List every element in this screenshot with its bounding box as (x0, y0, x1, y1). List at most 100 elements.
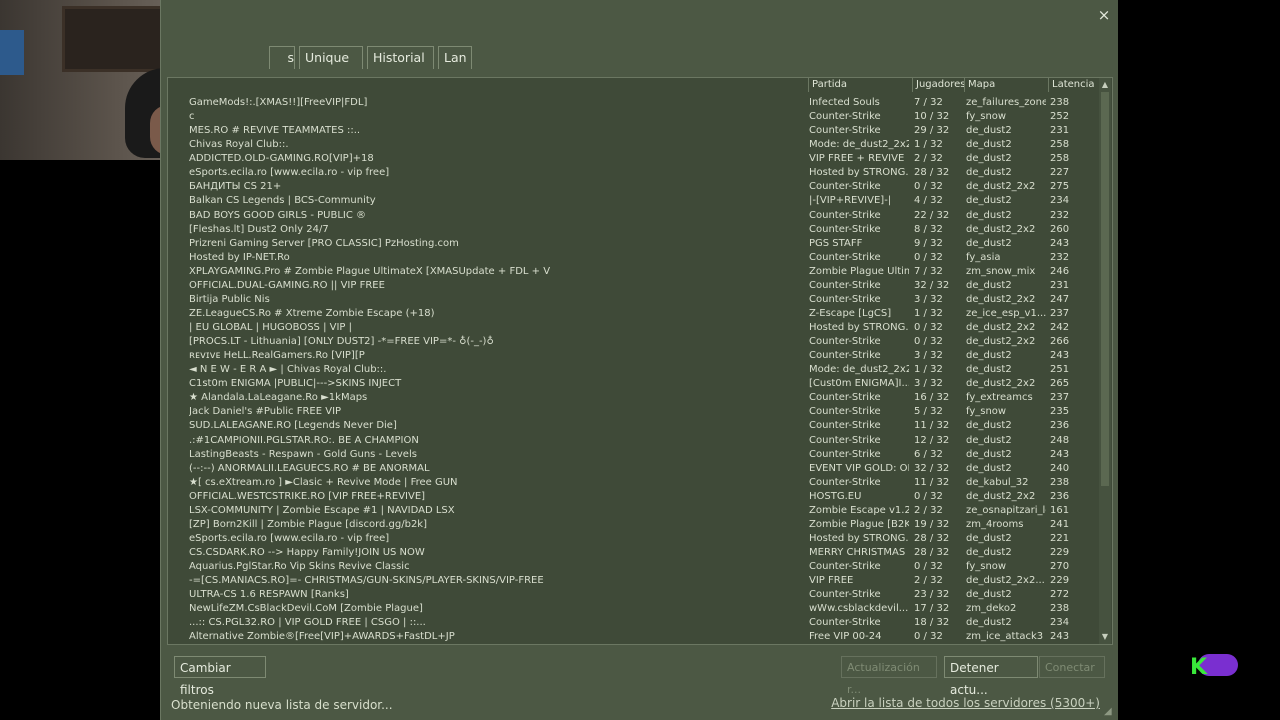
vertical-scrollbar[interactable]: ▲ ▼ (1099, 78, 1111, 644)
server-row[interactable]: XPLAYGAMING.Pro # Zombie Plague Ultimate… (168, 265, 1102, 279)
server-name: | EU GLOBAL | HUGOBOSS | VIP | (189, 322, 353, 333)
server-row[interactable]: MES.RO # REVIVE TEAMMATES ::.. Counter-St… (168, 124, 1102, 138)
server-latency: 258 (1050, 153, 1070, 165)
change-filters-button[interactable]: Cambiar filtros (174, 656, 266, 697)
server-row[interactable]: Balkan CS Legends | BCS-Community |-[VIP+… (168, 194, 1102, 208)
scrollbar-thumb[interactable] (1101, 92, 1109, 486)
server-name: Aquarius.PglStar.Ro Vip Skins Revive Cla… (189, 561, 410, 573)
scroll-up-icon[interactable]: ▲ (1099, 79, 1111, 91)
server-row[interactable]: Birtija Public Nis Counter-Strike 3 / 32 de… (168, 293, 1102, 307)
server-latency: 243 (1050, 237, 1070, 249)
server-row[interactable]: LSX-COMMUNITY | Zombie Escape #1 | NAVID… (168, 504, 1102, 518)
server-row[interactable]: [ZP] Born2Kill | Zombie Plague [discord.… (168, 518, 1102, 532)
server-name: Hosted by IP-NET.Ro (189, 251, 290, 263)
server-game: VIP FREE + REVIVE (809, 153, 905, 165)
tab-favorites[interactable]: s (269, 46, 295, 69)
server-row[interactable]: Prizreni Gaming Server [PRO CLASSIC] PzH… (168, 237, 1102, 251)
refresh-button[interactable]: Actualización r... (841, 656, 937, 696)
column-header-players[interactable]: Jugadores (912, 78, 965, 92)
server-players: 6 / 32 (914, 448, 943, 460)
server-map: de_dust2 (966, 589, 1012, 601)
server-latency: 240 (1050, 462, 1070, 474)
server-row[interactable]: eSports.ecila.ro [www.ecila.ro - vip fre… (168, 532, 1102, 546)
server-latency: 270 (1050, 561, 1070, 573)
server-name: [ZP] Born2Kill | Zombie Plague [discord.… (189, 518, 427, 530)
server-map: de_dust2 (966, 195, 1012, 207)
server-row[interactable]: BAD BOYS GOOD GIRLS - PUBLIC ® Counter-St… (168, 209, 1102, 223)
server-row[interactable]: c Counter-Strike 10 / 32 fy_snow 252 (168, 110, 1102, 124)
server-row[interactable]: ADDICTED.OLD-GAMING.RO[VIP]+18 VIP FREE +… (168, 152, 1102, 166)
server-row[interactable]: .:#1CAMPIONII.PGLSTAR.RO:. BE A CHAMPION… (168, 434, 1102, 448)
server-game: Mode: de_dust2_2x2 (809, 364, 909, 376)
all-servers-link[interactable]: Abrir la lista de todos los servidores (… (831, 696, 1100, 710)
server-row[interactable]: SUD.LALEAGANE.RO [Legends Never Die] Coun… (168, 419, 1102, 433)
server-row[interactable]: Aquarius.PglStar.Ro Vip Skins Revive Cla… (168, 560, 1102, 574)
server-latency: 266 (1050, 336, 1070, 348)
server-game: Zombie Escape v1.2 (809, 504, 909, 516)
server-row[interactable]: ZE.LeagueCS.Ro # Xtreme Zombie Escape (+… (168, 307, 1102, 321)
server-map: de_dust2 (966, 420, 1012, 432)
server-row[interactable]: NewLifeZM.CsBlackDevil.CoM [Zombie Plagu… (168, 602, 1102, 616)
tab-unique[interactable]: Unique (299, 46, 363, 69)
server-row[interactable]: -=[CS.MANIACS.RO]=- CHRISTMAS/GUN-SKINS/… (168, 574, 1102, 588)
server-row[interactable]: БАНДИТЫ CS 21+ Counter-Strike 0 / 32 de_dus… (168, 180, 1102, 194)
server-row[interactable]: ʀᴇᴠɪᴠᴇ HeLL.RealGamers.Ro [VIP][P Counter… (168, 349, 1102, 363)
column-header-map[interactable]: Mapa (964, 78, 1048, 92)
server-game: Counter-Strike (809, 279, 881, 291)
server-row[interactable]: ...:: CS.PGL32.RO | VIP GOLD FREE | CSGO… (168, 616, 1102, 630)
server-game: VIP FREE (809, 575, 854, 587)
server-game: Counter-Strike (809, 434, 881, 446)
column-headers: Partida Jugadores Mapa Latencia (168, 78, 1102, 92)
server-players: 1 / 32 (914, 307, 943, 319)
server-row[interactable]: Chivas Royal Club::. Mode: de_dust2_2x2 1 … (168, 138, 1102, 152)
server-row[interactable]: Alternative Zombie®[Free[VIP]+AWARDS+Fas… (168, 630, 1102, 644)
server-row[interactable]: ★ Alandala.LaLeagane.Ro ►1kMaps Counter-S… (168, 391, 1102, 405)
wall-poster (0, 30, 24, 75)
status-text: Obteniendo nueva lista de servidor... (171, 698, 393, 712)
server-players: 10 / 32 (914, 111, 950, 123)
tab-bar: s Unique Historial Lan (269, 46, 476, 69)
column-header-game[interactable]: Partida (808, 78, 912, 92)
server-row[interactable]: ◄ N E W - E R A ► | Chivas Royal Club::.… (168, 363, 1102, 377)
server-game: Counter-Strike (809, 448, 881, 460)
server-game: Counter-Strike (809, 392, 881, 404)
stop-refresh-button[interactable]: Detener actu... (944, 656, 1038, 697)
server-players: 16 / 32 (914, 392, 950, 404)
server-row[interactable]: eSports.ecila.ro [www.ecila.ro - vip fre… (168, 166, 1102, 180)
server-map: de_dust2 (966, 448, 1012, 460)
server-row[interactable]: (--:--) ANORMALII.LEAGUECS.RO # BE ANORM… (168, 462, 1102, 476)
server-row[interactable]: CS.CSDARK.RO --> Happy Family!JOIN US NO… (168, 546, 1102, 560)
server-row[interactable]: Jack Daniel's #Public FREE VIP Counter-St… (168, 405, 1102, 419)
server-row[interactable]: ★[ cs.eXtream.ro ] ►Clasic + Revive Mode… (168, 476, 1102, 490)
server-game: Counter-Strike (809, 125, 881, 137)
server-row[interactable]: C1st0m ENIGMA |PUBLIC|--->SKINS INJECT [C… (168, 377, 1102, 391)
server-game: HOSTG.EU (809, 490, 862, 502)
server-name: ...:: CS.PGL32.RO | VIP GOLD FREE | CSGO… (189, 617, 426, 629)
server-players: 5 / 32 (914, 406, 943, 418)
server-row[interactable]: ULTRA-CS 1.6 RESPAWN [Ranks] Counter-Stri… (168, 588, 1102, 602)
column-header-latency[interactable]: Latencia (1048, 78, 1102, 92)
server-players: 12 / 32 (914, 434, 950, 446)
scroll-down-icon[interactable]: ▼ (1099, 631, 1111, 643)
tab-lan[interactable]: Lan (438, 46, 472, 69)
connect-button[interactable]: Conectar (1039, 656, 1105, 678)
server-row[interactable]: | EU GLOBAL | HUGOBOSS | VIP | Hosted by … (168, 321, 1102, 335)
server-row[interactable]: GameMods!:.[XMAS!!][FreeVIP|FDL] Infected… (168, 96, 1102, 110)
server-list[interactable]: Partida Jugadores Mapa Latencia GameMods… (167, 77, 1113, 645)
server-row[interactable]: Hosted by IP-NET.Ro Counter-Strike 0 / 32 f… (168, 251, 1102, 265)
server-name: CS.CSDARK.RO --> Happy Family!JOIN US NO… (189, 547, 425, 558)
server-row[interactable]: LastingBeasts - Respawn - Gold Guns - Le… (168, 448, 1102, 462)
resize-grip-icon[interactable]: ◢ (1104, 707, 1114, 717)
server-row[interactable]: [PROCS.LT - Lithuania] [ONLY DUST2] -*=F… (168, 335, 1102, 349)
server-row[interactable]: OFFICIAL.DUAL-GAMING.RO || VIP FREE Count… (168, 279, 1102, 293)
server-game: Hosted by STRONG... (809, 532, 909, 544)
server-players: 8 / 32 (914, 223, 943, 235)
server-row[interactable]: OFFICIAL.WESTCSTRIKE.RO [VIP FREE+REVIVE… (168, 490, 1102, 504)
server-players: 28 / 32 (914, 532, 950, 544)
channel-logo: K (1190, 654, 1238, 678)
close-button[interactable]: × (1096, 6, 1112, 24)
server-latency: 236 (1050, 490, 1070, 502)
server-map: de_dust2 (966, 125, 1012, 137)
tab-history[interactable]: Historial (367, 46, 434, 69)
server-row[interactable]: [Fleshas.lt] Dust2 Only 24/7 Counter-Stri… (168, 223, 1102, 237)
